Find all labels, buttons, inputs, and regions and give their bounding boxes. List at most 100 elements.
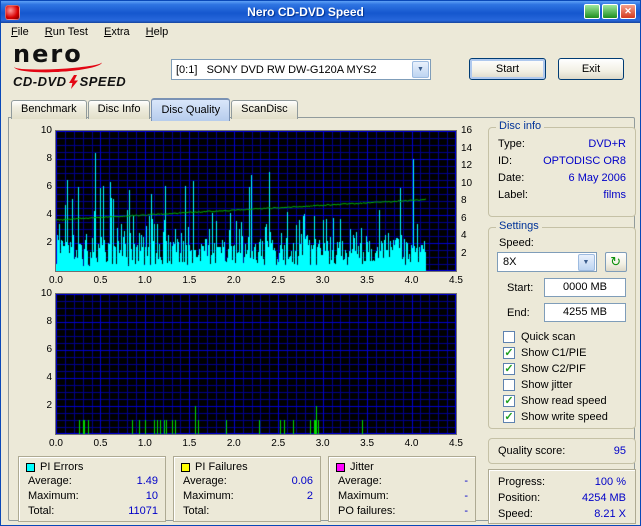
checkbox-show-jitter[interactable]: Show jitter bbox=[503, 377, 635, 393]
axis-tick-label: 3.0 bbox=[315, 275, 330, 286]
axis-tick-label: 2.5 bbox=[271, 438, 286, 449]
checkbox-box[interactable] bbox=[503, 379, 515, 391]
checkbox-box[interactable]: ✓ bbox=[503, 363, 515, 375]
start-position-field[interactable]: 0000 MB bbox=[544, 278, 626, 297]
disc-type-value: DVD+R bbox=[588, 138, 626, 150]
menu-bar: File Run Test Extra Help bbox=[1, 23, 640, 42]
axis-tick-label: 2.5 bbox=[271, 275, 286, 286]
checkbox-quick-scan[interactable]: Quick scan bbox=[503, 329, 635, 345]
checkbox-label: Show C1/PIE bbox=[521, 347, 587, 359]
axis-tick-label: 6 bbox=[46, 181, 52, 192]
quality-score-label: Quality score: bbox=[498, 445, 566, 457]
lightning-bolt-icon bbox=[68, 74, 78, 89]
nero-cd-dvd-speed-window: Nero CD-DVD Speed ✕ File Run Test Extra … bbox=[0, 0, 641, 526]
axis-tick-label: 3.5 bbox=[360, 275, 375, 286]
disc-type-label: Type: bbox=[498, 138, 525, 150]
speed-row-label: Speed: bbox=[498, 508, 533, 520]
speed-row-value: 8.21 X bbox=[594, 508, 626, 520]
speed-value: 8X bbox=[503, 256, 517, 268]
maximize-button[interactable] bbox=[602, 4, 618, 19]
stat-label: Average: bbox=[28, 475, 72, 487]
speed-label: Speed: bbox=[499, 237, 534, 249]
checkbox-show-write-speed[interactable]: ✓ Show write speed bbox=[503, 409, 635, 425]
axis-tick-label: 2.0 bbox=[226, 438, 241, 449]
menu-help[interactable]: Help bbox=[138, 23, 177, 42]
axis-tick-label: 0.5 bbox=[93, 275, 108, 286]
disc-date-label: Date: bbox=[498, 172, 525, 184]
checkbox-label: Show jitter bbox=[521, 379, 573, 391]
stat-row: Total: bbox=[181, 504, 313, 519]
jitter-title: Jitter bbox=[350, 461, 374, 473]
refresh-icon: ↻ bbox=[610, 254, 622, 270]
stat-label: Average: bbox=[338, 475, 382, 487]
position-label: Position: bbox=[498, 492, 541, 504]
disc-info-group: Disc info Type: DVD+R ID: OPTODISC OR8 D… bbox=[488, 120, 636, 217]
axis-tick-label: 1.5 bbox=[182, 275, 197, 286]
jitter-swatch bbox=[336, 462, 345, 472]
stat-value: 11071 bbox=[128, 505, 158, 517]
pi-failures-title: PI Failures bbox=[195, 461, 248, 473]
stat-value: - bbox=[464, 505, 468, 517]
minimize-button[interactable] bbox=[584, 4, 600, 19]
axis-tick-label: 2 bbox=[461, 247, 467, 259]
axis-tick-label: 10 bbox=[461, 177, 473, 189]
checkbox-label: Show write speed bbox=[521, 411, 608, 423]
speed-selector[interactable]: 8X ▼ bbox=[497, 252, 597, 272]
axis-tick-label: 1.0 bbox=[137, 275, 152, 286]
checkbox-box[interactable]: ✓ bbox=[503, 347, 515, 359]
checkbox-show-c2-pif[interactable]: ✓ Show C2/PIF bbox=[503, 361, 635, 377]
progress-value: 100 % bbox=[594, 476, 626, 488]
refresh-button[interactable]: ↻ bbox=[604, 252, 627, 272]
checkbox-show-c1-pie[interactable]: ✓ Show C1/PIE bbox=[503, 345, 635, 361]
axis-tick-label: 12 bbox=[461, 160, 473, 171]
stat-label: Average: bbox=[183, 475, 227, 487]
dropdown-arrow-icon[interactable]: ▼ bbox=[577, 253, 595, 271]
pi-failures-chart bbox=[55, 293, 457, 435]
title-bar[interactable]: Nero CD-DVD Speed ✕ bbox=[1, 1, 640, 23]
axis-tick-label: 6 bbox=[46, 344, 52, 355]
speed-row: Speed: 8.21 X bbox=[498, 506, 626, 522]
menu-extra[interactable]: Extra bbox=[96, 23, 138, 42]
quality-score-value: 95 bbox=[613, 445, 626, 457]
stat-value: 0.06 bbox=[291, 475, 313, 487]
tab-scandisc[interactable]: ScanDisc bbox=[231, 100, 298, 119]
disc-id-value: OPTODISC OR8 bbox=[543, 155, 626, 167]
logo-text-cddvd: CD-DVD bbox=[13, 74, 67, 89]
tab-disc-info[interactable]: Disc Info bbox=[87, 100, 151, 119]
app-icon bbox=[5, 4, 20, 20]
axis-tick-label: 8 bbox=[46, 153, 52, 164]
tab-benchmark[interactable]: Benchmark bbox=[11, 100, 87, 119]
tab-bar: Benchmark Disc Info Disc Quality ScanDis… bbox=[11, 98, 299, 121]
checkbox-box[interactable]: ✓ bbox=[503, 411, 515, 423]
disc-label-label: Label: bbox=[498, 189, 528, 201]
logo-text-speed: SPEED bbox=[79, 74, 127, 89]
start-button[interactable]: Start bbox=[469, 58, 546, 80]
tab-disc-quality[interactable]: Disc Quality bbox=[151, 98, 231, 121]
stat-label: Total: bbox=[28, 505, 55, 517]
checkbox-box[interactable] bbox=[503, 331, 515, 343]
disc-info-row: ID: OPTODISC OR8 bbox=[489, 153, 635, 170]
pi-errors-summary: PI Errors Average: 1.49 Maximum: 10 Tota… bbox=[18, 456, 166, 522]
axis-tick-label: 4.0 bbox=[404, 438, 419, 449]
checkbox-show-read-speed[interactable]: ✓ Show read speed bbox=[503, 393, 635, 409]
stat-row: Average: - bbox=[336, 474, 468, 489]
stat-label: Total: bbox=[183, 505, 210, 517]
axis-tick-label: 4 bbox=[46, 209, 52, 220]
axis-tick-label: 8 bbox=[461, 195, 467, 206]
position-value: 4254 MB bbox=[581, 492, 626, 504]
settings-group-title: Settings bbox=[496, 220, 542, 232]
axis-tick-label: 4.5 bbox=[449, 275, 463, 286]
exit-button[interactable]: Exit bbox=[558, 58, 624, 80]
logo-subtitle: CD-DVD SPEED bbox=[13, 74, 126, 89]
dropdown-arrow-icon[interactable]: ▼ bbox=[412, 61, 429, 78]
drive-selector[interactable]: [0:1] SONY DVD RW DW-G120A MYS2 ▼ bbox=[171, 59, 431, 80]
close-button[interactable]: ✕ bbox=[620, 4, 636, 19]
disc-info-group-title: Disc info bbox=[496, 120, 545, 132]
stat-value: - bbox=[464, 490, 468, 502]
end-field-label: End: bbox=[507, 306, 530, 319]
checkbox-box[interactable]: ✓ bbox=[503, 395, 515, 407]
pi-errors-swatch bbox=[26, 462, 35, 472]
quality-score-group: Quality score: 95 bbox=[488, 438, 636, 464]
end-position-field[interactable]: 4255 MB bbox=[544, 303, 626, 322]
stat-value: 10 bbox=[145, 490, 158, 502]
